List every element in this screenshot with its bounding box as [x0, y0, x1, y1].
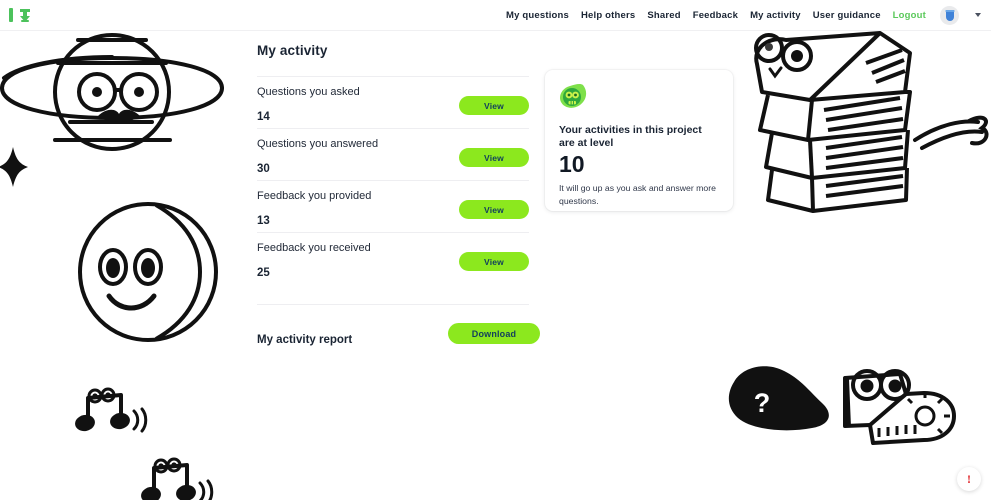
nav-user-guidance[interactable]: User guidance [813, 10, 881, 21]
view-button-questions-answered[interactable]: View [459, 148, 529, 167]
activity-report-label: My activity report [257, 334, 353, 346]
activity-value: 30 [257, 163, 270, 175]
view-button-feedback-received[interactable]: View [459, 252, 529, 271]
nav-help-others[interactable]: Help others [581, 10, 635, 21]
page-content: My activity Questions you asked 14 View … [0, 31, 991, 500]
logout-link[interactable]: Logout [893, 10, 926, 21]
nav-feedback[interactable]: Feedback [693, 10, 738, 21]
view-button-feedback-provided[interactable]: View [459, 200, 529, 219]
my-activity-panel: My activity Questions you asked 14 View … [257, 43, 540, 360]
nav-shared[interactable]: Shared [647, 10, 680, 21]
nav-my-activity[interactable]: My activity [750, 10, 801, 21]
activity-value: 13 [257, 215, 270, 227]
nav-my-questions[interactable]: My questions [506, 10, 569, 21]
main-nav: My questions Help others Shared Feedback… [506, 5, 991, 25]
app-logo[interactable] [8, 4, 42, 26]
user-avatar-icon [945, 10, 954, 21]
activity-value: 14 [257, 111, 270, 123]
exclamation-icon: ! [967, 471, 971, 486]
avatar[interactable] [940, 5, 959, 25]
activity-report-row: My activity report Download [257, 304, 540, 360]
chevron-down-icon[interactable] [975, 13, 981, 17]
view-button-questions-asked[interactable]: View [459, 96, 529, 115]
app-logo-icon [9, 8, 30, 22]
level-card-heading: Your activities in this project are at l… [559, 124, 702, 150]
level-card-number: 10 [559, 150, 585, 177]
alert-help-button[interactable]: ! [957, 467, 981, 491]
level-card-note: It will go up as you ask and answer more… [559, 183, 716, 206]
activity-row-feedback-received: Feedback you received 25 View [257, 232, 529, 284]
level-card: Your activities in this project are at l… [545, 70, 733, 211]
page-title: My activity [257, 43, 328, 58]
activity-row-questions-asked: Questions you asked 14 View [257, 76, 529, 128]
top-navigation-bar: My questions Help others Shared Feedback… [0, 0, 991, 31]
activity-row-questions-answered: Questions you answered 30 View [257, 128, 529, 180]
activity-row-feedback-provided: Feedback you provided 13 View [257, 180, 529, 232]
activity-value: 25 [257, 267, 270, 279]
download-report-button[interactable]: Download [448, 323, 540, 344]
level-badge-icon [560, 84, 587, 108]
